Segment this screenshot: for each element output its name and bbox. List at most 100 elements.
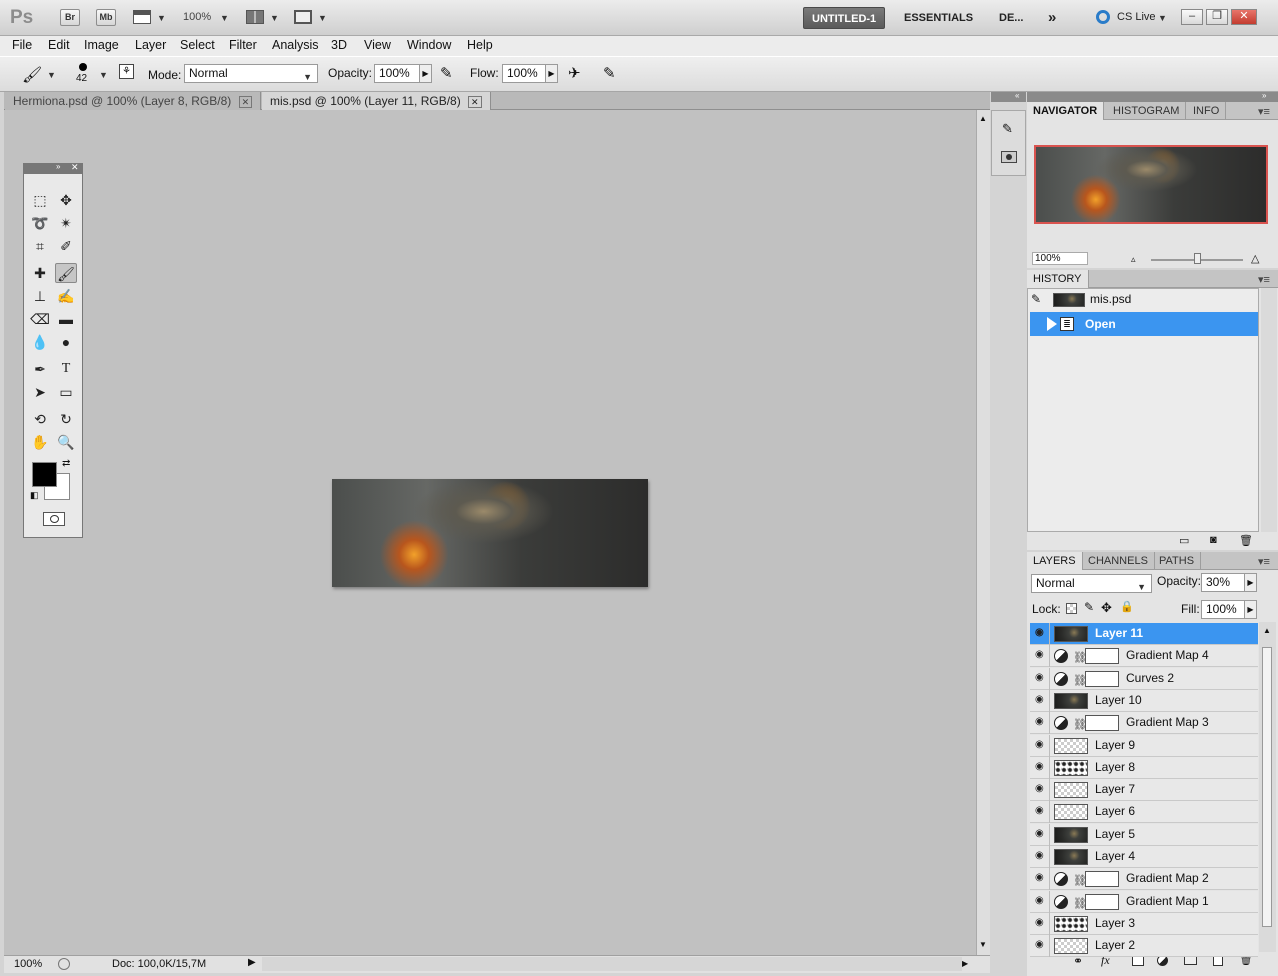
quick-mask-icon[interactable] xyxy=(43,512,65,526)
visibility-toggle[interactable]: ◉ xyxy=(1030,801,1050,823)
navigator-zoom-input[interactable]: 100% xyxy=(1032,252,1088,265)
brush-panel-toggle-icon[interactable]: ⚘ xyxy=(119,64,134,79)
cs-live-dropdown-icon[interactable]: ▼ xyxy=(1158,13,1167,23)
minimize-window-button[interactable]: – xyxy=(1181,9,1203,25)
fill-input[interactable]: 100% xyxy=(1201,600,1245,619)
visibility-toggle[interactable]: ◉ xyxy=(1030,712,1050,734)
zoom-dropdown-icon[interactable]: ▼ xyxy=(220,13,229,23)
view-extras-dropdown-icon[interactable]: ▼ xyxy=(157,13,166,23)
tab-history[interactable]: HISTORY xyxy=(1027,270,1089,288)
move-tool-icon[interactable]: ✥ xyxy=(55,190,77,210)
layer-row[interactable]: ◉ Layer 10 xyxy=(1030,690,1258,712)
tab-histogram[interactable]: HISTOGRAM xyxy=(1107,102,1187,120)
tab-paths[interactable]: PATHS xyxy=(1153,552,1202,570)
visibility-toggle[interactable]: ◉ xyxy=(1030,846,1050,868)
menu-view[interactable]: View xyxy=(364,38,391,52)
layer-row[interactable]: ◉ ⛓ Gradient Map 2 xyxy=(1030,868,1258,890)
create-snapshot-icon[interactable]: ◙ xyxy=(1210,534,1217,546)
layer-row[interactable]: ◉ Layer 11 xyxy=(1030,623,1258,645)
add-mask-icon[interactable] xyxy=(1132,956,1144,966)
history-brush-source-icon[interactable]: ✎ xyxy=(1031,292,1041,306)
layer-row[interactable]: ◉ Layer 5 xyxy=(1030,824,1258,846)
layer-row[interactable]: ◉ Layer 9 xyxy=(1030,735,1258,757)
collapse-tools-icon[interactable]: » xyxy=(56,162,60,171)
snapshot-thumbnail[interactable] xyxy=(1053,293,1085,307)
layer-row[interactable]: ◉ Layer 3 xyxy=(1030,913,1258,935)
visibility-toggle[interactable]: ◉ xyxy=(1030,757,1050,779)
hand-tool-icon[interactable]: ✋ xyxy=(29,432,51,452)
status-zoom[interactable]: 100% xyxy=(14,958,42,970)
flow-slider-arrow-icon[interactable]: ▶ xyxy=(545,64,558,83)
history-brush-tool-icon[interactable]: ✍ xyxy=(55,286,77,306)
visibility-toggle[interactable]: ◉ xyxy=(1030,690,1050,712)
visibility-toggle[interactable]: ◉ xyxy=(1030,645,1050,667)
bridge-button[interactable]: Br xyxy=(60,9,80,26)
layer-row[interactable]: ◉ Layer 2 xyxy=(1030,935,1258,957)
layer-opacity-arrow-icon[interactable]: ▶ xyxy=(1244,573,1257,592)
panel-menu-icon[interactable]: ▾≡ xyxy=(1258,105,1270,118)
visibility-toggle[interactable]: ◉ xyxy=(1030,891,1050,913)
layers-scrollbar[interactable]: ▲ xyxy=(1259,622,1276,952)
layer-thumbnail[interactable] xyxy=(1054,760,1088,776)
history-scrollbar[interactable] xyxy=(1261,288,1277,532)
status-menu-arrow-icon[interactable]: ▶ xyxy=(248,957,256,968)
lock-position-icon[interactable]: ✥ xyxy=(1101,600,1112,616)
layer-row[interactable]: ◉ Layer 6 xyxy=(1030,801,1258,823)
document-canvas-image[interactable] xyxy=(332,479,648,587)
panel-menu-icon[interactable]: ▾≡ xyxy=(1258,273,1270,286)
visibility-toggle[interactable]: ◉ xyxy=(1030,824,1050,846)
menu-select[interactable]: Select xyxy=(180,38,215,52)
menu-window[interactable]: Window xyxy=(407,38,451,52)
menu-file[interactable]: File xyxy=(12,38,32,52)
layers-scroll-thumb[interactable] xyxy=(1262,647,1272,927)
layer-mask-thumbnail[interactable] xyxy=(1085,671,1119,687)
layer-mask-thumbnail[interactable] xyxy=(1085,648,1119,664)
visibility-toggle[interactable]: ◉ xyxy=(1030,913,1050,935)
workspace-essentials[interactable]: ESSENTIALS xyxy=(904,7,973,29)
cs-live-icon[interactable] xyxy=(1096,10,1110,24)
tablet-pressure-size-icon[interactable]: ✎ xyxy=(603,64,616,82)
more-workspaces-icon[interactable]: » xyxy=(1048,7,1056,29)
opacity-slider-arrow-icon[interactable]: ▶ xyxy=(419,64,432,83)
pen-tool-icon[interactable]: ✒ xyxy=(29,359,51,379)
scroll-right-icon[interactable]: ▶ xyxy=(962,959,968,968)
marquee-tool-icon[interactable]: ⬚ xyxy=(29,190,51,210)
zoom-out-icon[interactable]: ▵ xyxy=(1131,254,1136,265)
tablet-pressure-opacity-icon[interactable]: ✎ xyxy=(440,64,453,82)
magic-wand-tool-icon[interactable]: ✴ xyxy=(55,213,77,233)
3d-rotate-tool-icon[interactable]: ⟲ xyxy=(29,409,51,429)
mini-bridge-button[interactable]: Mb xyxy=(96,9,116,26)
layer-mask-thumbnail[interactable] xyxy=(1085,871,1119,887)
mode-select[interactable]: Normal ▼ xyxy=(184,64,318,83)
layer-thumbnail[interactable] xyxy=(1054,938,1088,954)
brush-tool-preset-icon[interactable]: 🖌 xyxy=(22,65,42,85)
menu-help[interactable]: Help xyxy=(467,38,493,52)
close-tab-icon[interactable]: ✕ xyxy=(468,96,482,108)
zoom-tool-icon[interactable]: 🔍 xyxy=(55,432,77,452)
brush-picker-dropdown-icon[interactable]: ▼ xyxy=(99,70,108,80)
menu-image[interactable]: Image xyxy=(84,38,119,52)
layer-mask-thumbnail[interactable] xyxy=(1085,894,1119,910)
tab-layers[interactable]: LAYERS xyxy=(1027,552,1083,570)
menu-analysis[interactable]: Analysis xyxy=(272,38,319,52)
clone-source-panel-icon[interactable] xyxy=(1001,151,1017,163)
adjustment-layer-icon[interactable] xyxy=(1054,672,1068,686)
layer-thumbnail[interactable] xyxy=(1054,738,1088,754)
visibility-toggle[interactable]: ◉ xyxy=(1030,623,1050,645)
collapsed-dock-header[interactable] xyxy=(991,92,1026,102)
zoom-in-icon[interactable]: △ xyxy=(1251,252,1259,265)
adjustment-layer-icon[interactable] xyxy=(1054,895,1068,909)
scroll-up-icon[interactable]: ▲ xyxy=(979,114,987,123)
blur-tool-icon[interactable]: 💧 xyxy=(29,332,51,352)
menu-3d[interactable]: 3D xyxy=(331,38,347,52)
visibility-toggle[interactable]: ◉ xyxy=(1030,668,1050,690)
close-tab-icon[interactable]: ✕ xyxy=(238,96,253,108)
menu-edit[interactable]: Edit xyxy=(48,38,70,52)
spot-healing-tool-icon[interactable]: ✚ xyxy=(29,263,51,283)
scroll-down-icon[interactable]: ▼ xyxy=(979,940,987,949)
menu-filter[interactable]: Filter xyxy=(229,38,257,52)
layer-thumbnail[interactable] xyxy=(1054,849,1088,865)
screen-mode-icon[interactable] xyxy=(294,10,312,24)
tab-channels[interactable]: CHANNELS xyxy=(1082,552,1155,570)
navigator-preview[interactable] xyxy=(1034,145,1268,224)
